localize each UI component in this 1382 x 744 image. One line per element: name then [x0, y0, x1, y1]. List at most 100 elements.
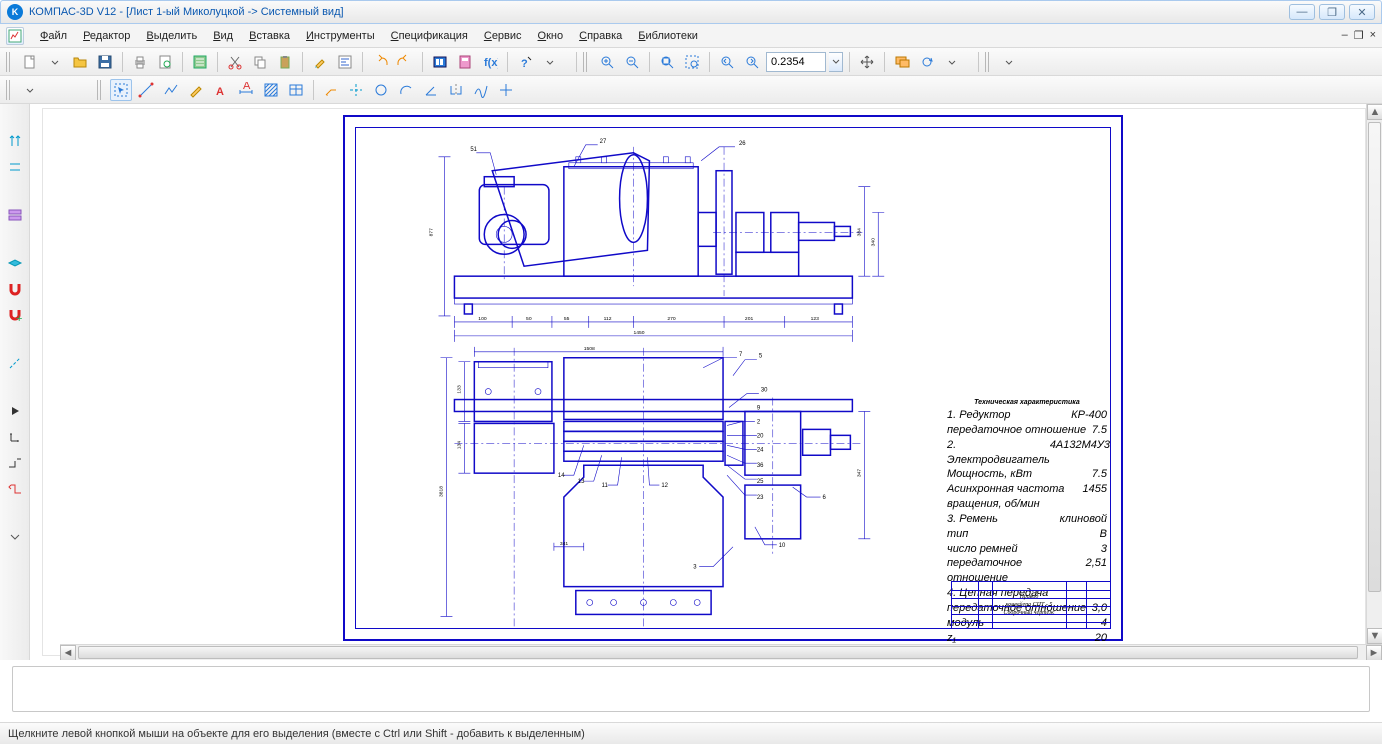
menu-файл[interactable]: Файл — [32, 27, 75, 45]
angle-tool[interactable] — [420, 79, 442, 101]
svg-text:1450: 1450 — [634, 330, 645, 336]
drawing-sheet[interactable]: .bl{stroke:#1009c8;stroke-width:1.5;fill… — [343, 115, 1123, 641]
open-button[interactable] — [69, 51, 91, 73]
help-dropdown[interactable] — [539, 51, 561, 73]
menu-выделить[interactable]: Выделить — [138, 27, 205, 45]
refresh-dropdown[interactable] — [941, 51, 963, 73]
zoom-fit-button[interactable] — [656, 51, 678, 73]
menu-сервис[interactable]: Сервис — [476, 27, 530, 45]
doc-restore-button[interactable]: ❐ — [1354, 29, 1364, 42]
table-tool[interactable] — [285, 79, 307, 101]
coord-icon[interactable] — [4, 426, 26, 448]
vertical-scrollbar[interactable]: ▲ ▼ — [1366, 104, 1382, 644]
menu-инструменты[interactable]: Инструменты — [298, 27, 383, 45]
refresh-button[interactable] — [916, 51, 938, 73]
constraint-vertical-icon[interactable] — [4, 130, 26, 152]
toolbar-dropdown[interactable] — [19, 79, 41, 101]
menu-справка[interactable]: Справка — [571, 27, 630, 45]
redo-button[interactable] — [394, 51, 416, 73]
menu-вставка[interactable]: Вставка — [241, 27, 298, 45]
zoom-input[interactable] — [766, 52, 826, 72]
titleblock-line-2: конвейера СПТ - 5 — [996, 602, 1062, 608]
edit-tool[interactable] — [185, 79, 207, 101]
menu-вид[interactable]: Вид — [205, 27, 241, 45]
spline-tool[interactable] — [470, 79, 492, 101]
menu-редактор[interactable]: Редактор — [75, 27, 138, 45]
pan-button[interactable] — [856, 51, 878, 73]
play-icon[interactable] — [4, 400, 26, 422]
print-preview-button[interactable] — [154, 51, 176, 73]
toolbar-grip[interactable] — [6, 80, 12, 100]
toolbar-grip[interactable] — [583, 52, 589, 72]
axis-line-icon[interactable] — [4, 352, 26, 374]
variables-button[interactable]: f(x) — [479, 51, 501, 73]
collapse-icon[interactable] — [4, 526, 26, 548]
app-menu-button[interactable] — [6, 27, 24, 45]
spec-button[interactable] — [189, 51, 211, 73]
toolbar-grip[interactable] — [6, 52, 12, 72]
toolbar-grip[interactable] — [985, 52, 991, 72]
menu-спецификация[interactable]: Спецификация — [383, 27, 476, 45]
constraint-horizontal-icon[interactable] — [4, 156, 26, 178]
axis-tool[interactable] — [345, 79, 367, 101]
property-panel[interactable] — [12, 666, 1370, 712]
close-button[interactable]: ✕ — [1349, 4, 1375, 20]
zoom-window-button[interactable] — [681, 51, 703, 73]
magnet-button[interactable] — [4, 278, 26, 300]
zoom-out-button[interactable] — [621, 51, 643, 73]
drawing-canvas[interactable]: .bl{stroke:#1009c8;stroke-width:1.5;fill… — [30, 104, 1382, 660]
status-bar: Щелкните левой кнопкой мыши на объекте д… — [0, 722, 1382, 744]
magnet-add-button[interactable]: + — [4, 304, 26, 326]
zoom-in-button[interactable] — [596, 51, 618, 73]
svg-text:?: ? — [521, 58, 528, 70]
text-tool[interactable]: A — [210, 79, 232, 101]
maximize-button[interactable]: ❐ — [1319, 4, 1345, 20]
library-manager-button[interactable] — [429, 51, 451, 73]
options-dropdown[interactable] — [998, 51, 1020, 73]
line-tool[interactable] — [135, 79, 157, 101]
point-tool[interactable] — [495, 79, 517, 101]
circle-tool[interactable] — [370, 79, 392, 101]
copy-button[interactable] — [249, 51, 271, 73]
mirror-tool[interactable] — [445, 79, 467, 101]
zoom-dropdown[interactable] — [829, 52, 843, 72]
svg-text:347: 347 — [856, 469, 862, 478]
orientation-button[interactable] — [891, 51, 913, 73]
svg-text:51: 51 — [470, 147, 477, 153]
undo-button[interactable] — [369, 51, 391, 73]
snap-grid-icon[interactable] — [4, 452, 26, 474]
select-tool[interactable] — [110, 79, 132, 101]
zoom-next-button[interactable] — [741, 51, 763, 73]
new-button[interactable] — [19, 51, 41, 73]
leader-tool[interactable] — [320, 79, 342, 101]
print-button[interactable] — [129, 51, 151, 73]
cut-button[interactable] — [224, 51, 246, 73]
zoom-prev-button[interactable] — [716, 51, 738, 73]
minimize-button[interactable]: — — [1289, 4, 1315, 20]
calculator-button[interactable] — [454, 51, 476, 73]
svg-text:20: 20 — [757, 433, 764, 439]
toolbar-grip[interactable] — [97, 80, 103, 100]
properties-button[interactable] — [334, 51, 356, 73]
hatch-tool[interactable] — [260, 79, 282, 101]
arc-tool[interactable] — [395, 79, 417, 101]
new-dropdown[interactable] — [44, 51, 66, 73]
menubar: ФайлРедакторВыделитьВидВставкаИнструмент… — [0, 24, 1382, 48]
layers-icon[interactable] — [4, 204, 26, 226]
layer-blue-icon[interactable] — [4, 252, 26, 274]
help-button[interactable]: ? — [514, 51, 536, 73]
menu-окно[interactable]: Окно — [530, 27, 572, 45]
format-painter-button[interactable] — [309, 51, 331, 73]
svg-text:A: A — [216, 86, 224, 98]
horizontal-scrollbar[interactable]: ◄ ► — [60, 644, 1382, 660]
paste-button[interactable] — [274, 51, 296, 73]
save-button[interactable] — [94, 51, 116, 73]
window-title: КОМПАС-3D V12 - [Лист 1-ый Миколуцкой ->… — [29, 6, 1289, 18]
doc-close-button[interactable]: × — [1370, 29, 1376, 42]
menu-библиотеки[interactable]: Библиотеки — [630, 27, 706, 45]
snap-point-icon[interactable] — [4, 478, 26, 500]
doc-minimize-button[interactable]: – — [1342, 29, 1348, 42]
dimension-tool[interactable]: A — [235, 79, 257, 101]
polyline-tool[interactable] — [160, 79, 182, 101]
svg-text:f(x): f(x) — [484, 57, 498, 69]
